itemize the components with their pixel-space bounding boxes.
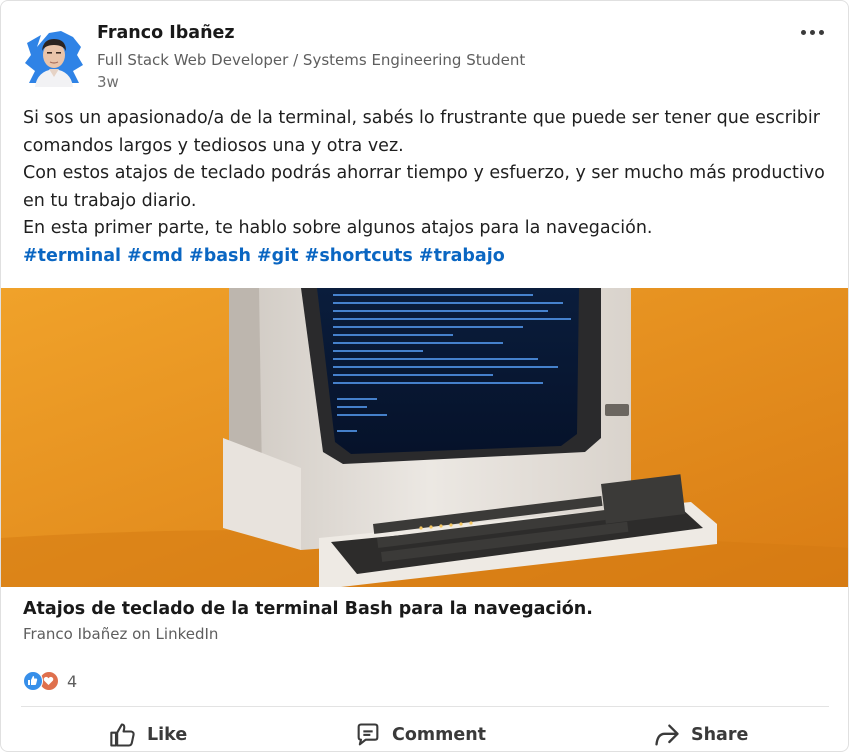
comment-label: Comment (392, 725, 487, 745)
author-avatar[interactable] (23, 25, 85, 87)
reactions-summary[interactable]: 4 (23, 670, 77, 692)
share-label: Share (691, 725, 749, 745)
like-button[interactable]: Like (109, 717, 188, 751)
post-body-line: Si sos un apasionado/a de la terminal, s… (23, 108, 820, 128)
hashtag-link[interactable]: #shortcuts (305, 246, 413, 266)
post-header: Franco Ibañez Full Stack Web Developer /… (21, 19, 831, 95)
like-reaction-icon (23, 671, 43, 691)
author-headline: Full Stack Web Developer / Systems Engin… (97, 51, 526, 69)
post-age: 3w (97, 73, 119, 91)
share-arrow-icon (655, 724, 679, 746)
avatar-image (25, 31, 83, 87)
reaction-count: 4 (67, 671, 78, 691)
hashtag-link[interactable]: #trabajo (419, 246, 505, 266)
hashtag-list: #terminal #cmd #bash #git #shortcuts #tr… (23, 243, 833, 271)
comment-bubble-icon (357, 723, 379, 746)
post-body-line: En esta primer parte, te hablo sobre alg… (23, 218, 653, 238)
article-title[interactable]: Atajos de teclado de la terminal Bash pa… (23, 599, 593, 619)
post-actions-bar: Like Comment Share (1, 713, 848, 751)
hashtag-link[interactable]: #bash (189, 246, 251, 266)
article-image[interactable] (1, 288, 848, 587)
post-body-line: comandos largos y tediosos una y otra ve… (23, 135, 404, 156)
share-button[interactable]: Share (653, 717, 749, 751)
thumbs-up-icon (110, 723, 135, 747)
post-body: Si sos un apasionado/a de la terminal, s… (23, 105, 833, 270)
more-options-icon[interactable] (795, 21, 829, 43)
comment-button[interactable]: Comment (354, 717, 487, 751)
article-source: Franco Ibañez on LinkedIn (23, 625, 219, 643)
hashtag-link[interactable]: #git (257, 246, 299, 266)
post-card: Franco Ibañez Full Stack Web Developer /… (0, 0, 849, 752)
like-label: Like (147, 725, 188, 745)
post-body-line: en tu trabajo diario. (23, 190, 197, 211)
hashtag-link[interactable]: #cmd (127, 246, 183, 266)
retro-terminal-illustration (1, 288, 848, 587)
actions-divider (21, 706, 829, 707)
author-name[interactable]: Franco Ibañez (97, 23, 235, 43)
post-body-line: Con estos atajos de teclado podrás ahorr… (23, 163, 825, 183)
hashtag-link[interactable]: #terminal (23, 246, 121, 266)
